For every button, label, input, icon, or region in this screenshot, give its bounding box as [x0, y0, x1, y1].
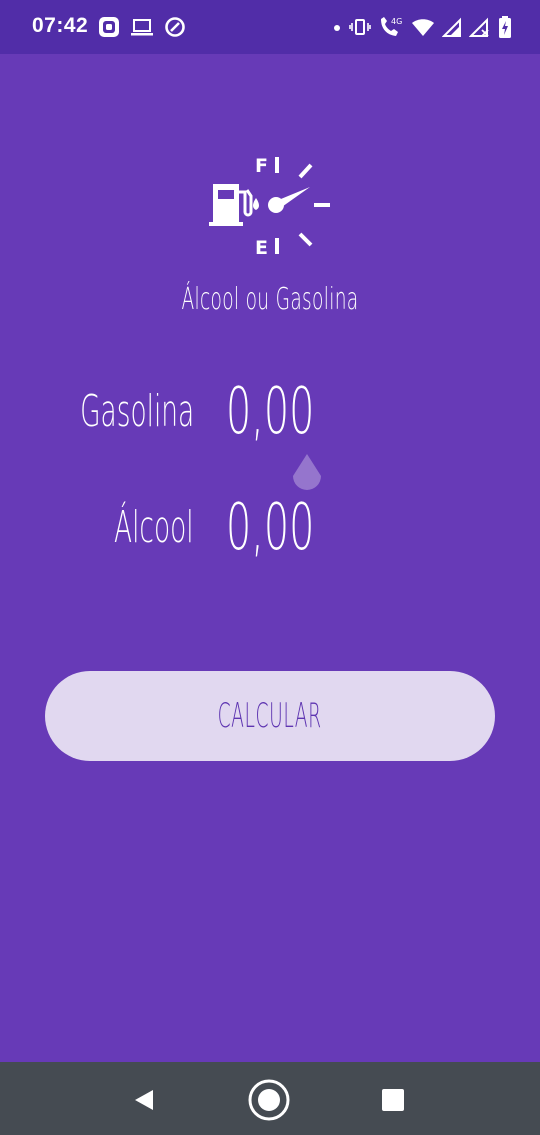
message-app-icon — [99, 17, 119, 37]
sync-icon — [165, 17, 185, 37]
home-button[interactable] — [247, 1078, 291, 1122]
full-mark-label: F — [255, 155, 268, 177]
signal-icon — [442, 17, 461, 37]
laptop-icon — [131, 19, 153, 36]
vibrate-icon — [349, 19, 371, 35]
app-title: Álcool ou Gasolina — [181, 282, 359, 317]
recent-apps-icon — [382, 1089, 404, 1111]
notification-dot-icon — [334, 25, 340, 31]
status-bar: 07:42 4G — [0, 0, 540, 54]
wifi-icon — [412, 19, 434, 36]
alcool-label: Álcool — [114, 502, 194, 553]
gasolina-input[interactable] — [226, 374, 350, 450]
network-type-label: 4G — [391, 17, 402, 26]
status-right-icons: 4G — [332, 14, 512, 40]
calculate-button[interactable]: CALCULAR — [45, 671, 495, 761]
battery-charging-icon — [499, 16, 511, 38]
status-left-icons — [98, 15, 186, 39]
home-icon — [248, 1079, 290, 1121]
empty-mark-label: E — [255, 237, 268, 259]
wifi-calling-icon: 4G — [381, 17, 402, 36]
signal-no-data-icon — [469, 17, 489, 37]
recent-apps-button[interactable] — [371, 1078, 415, 1122]
back-button[interactable] — [122, 1078, 166, 1122]
navigation-bar — [0, 1062, 540, 1135]
calculate-button-label: CALCULAR — [217, 696, 323, 736]
alcool-input[interactable] — [226, 490, 350, 566]
fuel-gauge-icon: F E — [209, 155, 330, 259]
back-icon — [135, 1090, 153, 1110]
status-time: 07:42 — [32, 14, 89, 37]
gasolina-label: Gasolina — [79, 386, 194, 437]
app-screen: 07:42 4G F E Álcool ou Gasolina Gasolina… — [0, 0, 540, 1135]
text-cursor-handle-icon[interactable] — [289, 446, 325, 496]
